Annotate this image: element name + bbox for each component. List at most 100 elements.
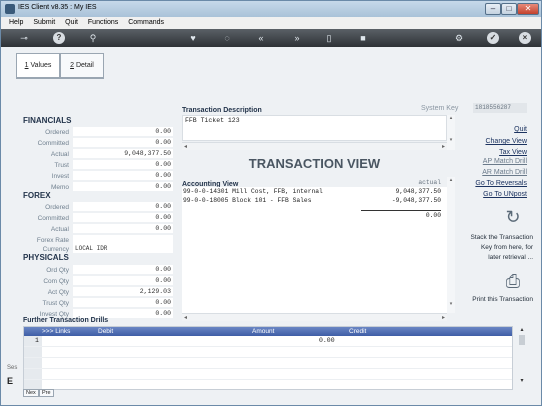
stack-transaction-text[interactable]: Stack the Transaction Key from here, for… [461, 233, 533, 263]
value-trust: 0.00 [73, 160, 173, 169]
print-transaction-text[interactable]: Print this Transaction [461, 295, 533, 305]
financials-heading: FINANCIALS [23, 116, 72, 125]
next-tab[interactable]: Nex [23, 389, 39, 397]
table-row[interactable]: 1 0.00 [24, 336, 512, 346]
value-ordered: 0.00 [73, 127, 173, 136]
tab-detail[interactable]: 2 Detail [60, 53, 104, 77]
settings-icon[interactable]: ⚙ [453, 32, 465, 44]
square-icon[interactable]: ■ [357, 32, 369, 44]
forex-heading: FOREX [23, 191, 51, 200]
scroll-up-icon[interactable]: ▴ [447, 115, 455, 121]
accounting-vscroll[interactable]: ▴ ▾ [447, 177, 455, 313]
transaction-description-field[interactable]: FFB Ticket 123 [182, 115, 447, 141]
stack-text-line: later retrieval ... [488, 254, 533, 261]
stack-text-line: Stack the Transaction [470, 234, 533, 241]
label-forex-rate: Forex Rate [36, 237, 69, 244]
scroll-up-icon[interactable]: ▴ [517, 326, 527, 333]
physicals-heading: PHYSICALS [23, 253, 69, 262]
heart-icon[interactable]: ♥ [187, 32, 199, 44]
label-trust-qty: Trust Qty [42, 300, 69, 307]
row-divider [24, 346, 512, 347]
label-forex-actual: Actual [50, 226, 69, 233]
drills-vscroll[interactable]: ▴ ▾ [517, 326, 527, 390]
description-vscroll[interactable]: ▴ ▾ [447, 115, 455, 150]
printer-icon[interactable]: ⎙ [501, 271, 525, 292]
change-view-link[interactable]: Change View [485, 138, 527, 145]
value-memo: 0.00 [73, 182, 173, 191]
value-com-qty: 0.00 [73, 276, 173, 285]
value-forex-ordered: 0.00 [73, 202, 173, 211]
label-currency: Currency [42, 246, 69, 253]
label-memo: Memo [50, 184, 69, 191]
previous-tab[interactable]: Pre [39, 389, 54, 397]
key-icon[interactable]: ⊸ [13, 32, 35, 44]
accounting-line-account: 99-0-0-14301 Mill Cost, FFB, internal [183, 188, 323, 195]
menu-help[interactable]: Help [9, 19, 23, 26]
value-forex-actual: 0.00 [73, 224, 173, 233]
menu-quit[interactable]: Quit [65, 19, 78, 26]
total-rule [361, 210, 441, 211]
help-icon[interactable]: ? [53, 32, 65, 44]
scroll-left-icon[interactable]: ◂ [184, 143, 187, 150]
tax-view-link[interactable]: Tax View [499, 149, 527, 156]
accounting-hscroll[interactable]: ◂ ▸ [182, 313, 447, 321]
title-bar: IES Client v8.35 : My IES – □ ✕ [1, 1, 541, 17]
system-key-label: System Key [421, 105, 459, 112]
value-ord-qty: 0.00 [73, 265, 173, 274]
scroll-up-icon[interactable]: ▴ [447, 177, 455, 183]
menu-functions[interactable]: Functions [88, 19, 118, 26]
value-act-qty: 2,129.03 [73, 287, 173, 296]
close-icon[interactable]: × [519, 32, 531, 44]
scroll-down-icon[interactable]: ▾ [447, 301, 455, 307]
accounting-total: 0.00 [425, 212, 441, 219]
scroll-right-icon[interactable]: ▸ [442, 314, 445, 321]
row-divider [24, 379, 512, 380]
check-icon[interactable]: ✓ [487, 32, 499, 44]
ap-match-drill-link[interactable]: AP Match Drill [483, 158, 527, 165]
drills-grid: >>> Links Debit Amount Credit 1 0.00 [23, 326, 513, 391]
ar-match-drill-link[interactable]: AR Match Drill [482, 169, 527, 176]
back-icon[interactable]: « [255, 32, 267, 44]
value-trust-qty: 0.00 [73, 298, 173, 307]
col-links[interactable]: >>> Links [42, 327, 70, 336]
maximize-button[interactable]: □ [501, 3, 517, 15]
scroll-thumb[interactable] [519, 335, 525, 345]
drills-grid-header: >>> Links Debit Amount Credit [24, 327, 512, 336]
transaction-description-label: Transaction Description [182, 107, 262, 114]
go-to-unpost-link[interactable]: Go To UNpost [483, 191, 527, 198]
quit-link[interactable]: Quit [514, 126, 527, 133]
app-window: IES Client v8.35 : My IES – □ ✕ Help Sub… [0, 0, 542, 406]
scroll-down-icon[interactable]: ▾ [517, 377, 527, 384]
document-icon[interactable]: ▯ [323, 32, 335, 44]
label-act-qty: Act Qty [47, 289, 69, 296]
row-number: 1 [35, 337, 39, 344]
col-debit[interactable]: Debit [98, 327, 113, 336]
forward-icon[interactable]: » [291, 32, 303, 44]
menu-bar: Help Submit Quit Functions Commands [1, 17, 541, 29]
value-forex-committed: 0.00 [73, 213, 173, 222]
label-ord-qty: Ord Qty [46, 267, 69, 274]
history-icon[interactable]: ◌ [221, 32, 233, 44]
menu-commands[interactable]: Commands [128, 19, 164, 26]
scroll-right-icon[interactable]: ▸ [442, 143, 445, 150]
minimize-button[interactable]: – [485, 3, 501, 15]
scroll-down-icon[interactable]: ▾ [447, 137, 455, 143]
accounting-line-amount: -9,048,377.50 [391, 197, 441, 204]
row-amount: 0.00 [319, 337, 335, 344]
refresh-icon[interactable]: ↻ [501, 207, 525, 228]
label-forex-ordered: Ordered [45, 204, 69, 211]
menu-submit[interactable]: Submit [33, 19, 55, 26]
col-amount[interactable]: Amount [252, 327, 274, 336]
scroll-left-icon[interactable]: ◂ [184, 314, 187, 321]
window-title: IES Client v8.35 : My IES [18, 4, 97, 11]
accounting-line-amount: 9,048,377.50 [395, 188, 441, 195]
tab-values[interactable]: 1 Values [16, 53, 60, 77]
col-credit[interactable]: Credit [349, 327, 366, 336]
label-ordered: Ordered [45, 129, 69, 136]
accounting-line-account: 99-0-0-18005 Block 101 - FFB Sales [183, 197, 312, 204]
close-window-button[interactable]: ✕ [517, 3, 539, 15]
search-icon[interactable]: ⚲ [87, 32, 99, 44]
go-to-reversals-link[interactable]: Go To Reversals [475, 180, 527, 187]
description-hscroll[interactable]: ◂ ▸ [182, 142, 447, 150]
value-invest: 0.00 [73, 171, 173, 180]
